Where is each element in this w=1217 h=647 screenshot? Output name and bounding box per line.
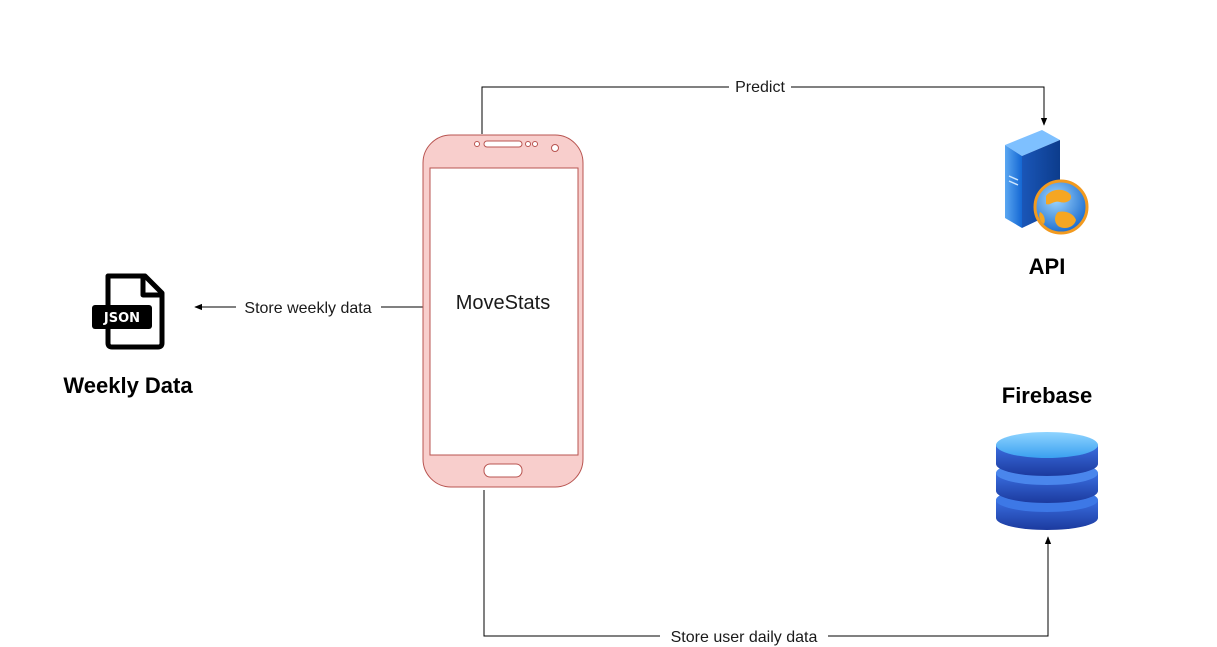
phone-sensor bbox=[532, 141, 538, 147]
database-icon bbox=[996, 432, 1098, 530]
api-node[interactable]: API bbox=[1005, 130, 1089, 279]
firebase-label: Firebase bbox=[1002, 383, 1093, 408]
phone-sensor bbox=[525, 141, 531, 147]
phone-home-button bbox=[483, 463, 523, 478]
firebase-node[interactable]: Firebase bbox=[996, 383, 1098, 530]
edge-store-daily: Store user daily data bbox=[483, 490, 1052, 646]
weekly-data-node[interactable]: JSON Weekly Data bbox=[63, 273, 193, 398]
diagram-canvas: Predict Store weekly data Store user dai… bbox=[0, 0, 1217, 647]
phone-label: MoveStats bbox=[456, 292, 550, 314]
api-label: API bbox=[1029, 254, 1066, 279]
edge-predict: Predict bbox=[481, 77, 1048, 134]
edge-label-store-weekly: Store weekly data bbox=[244, 300, 371, 317]
diagram-svg: Predict Store weekly data Store user dai… bbox=[63, 77, 1098, 646]
edge-store-weekly: Store weekly data bbox=[194, 297, 423, 317]
phone-node[interactable]: MoveStats bbox=[422, 134, 584, 488]
edge-label-store-daily: Store user daily data bbox=[671, 629, 818, 646]
phone-sensor bbox=[474, 141, 480, 147]
phone-camera bbox=[551, 144, 559, 152]
weekly-data-label: Weekly Data bbox=[63, 373, 193, 398]
web-server-icon bbox=[1005, 130, 1089, 235]
json-file-icon: JSON bbox=[92, 273, 165, 350]
edge-label-predict: Predict bbox=[735, 79, 785, 96]
json-icon-text: JSON bbox=[103, 311, 140, 326]
phone-speaker bbox=[483, 140, 523, 148]
